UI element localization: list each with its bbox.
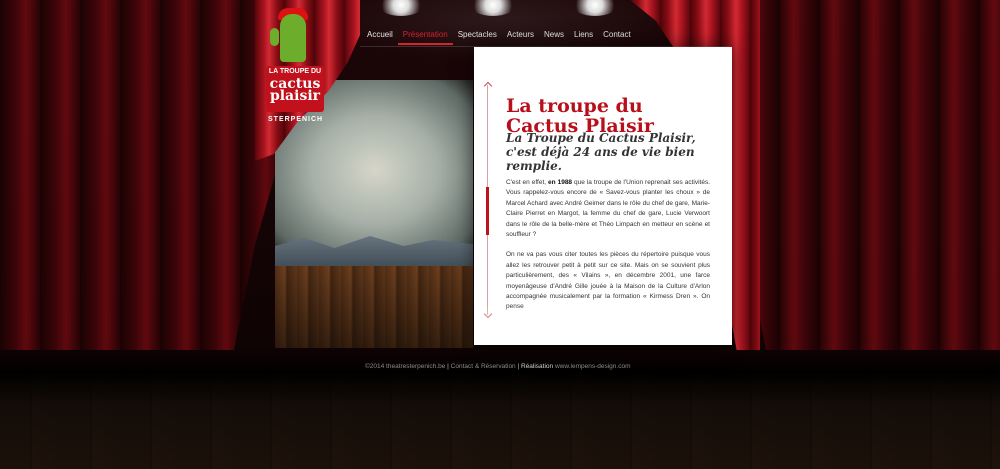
nav-liens[interactable]: Liens [569, 27, 598, 45]
page-title: La troupe du Cactus Plaisir [506, 94, 654, 137]
spotlight [378, 0, 424, 16]
nav-news[interactable]: News [539, 27, 569, 45]
logo-town: STERPENICH [268, 116, 324, 123]
footer: ©2014 theatresterpenich.be | Contact & R… [365, 363, 631, 370]
text-span: que la troupe de l'Union reprenait ses a… [506, 179, 710, 239]
footer-realisation-link[interactable]: www.lempens-design.com [555, 363, 631, 370]
paragraph: On ne va pas vous citer toutes les pièce… [506, 251, 710, 310]
site-logo[interactable]: LA TROUPE DU cactus plaisir STERPENICH [262, 8, 328, 124]
main-nav: Accueil Présentation Spectacles Acteurs … [362, 27, 636, 45]
text-fade-overlay [474, 305, 732, 345]
wooden-stage-planks [275, 266, 473, 348]
nav-accueil[interactable]: Accueil [362, 27, 398, 45]
footer-copyright[interactable]: ©2014 theatresterpenich.be [365, 363, 445, 370]
highlight-year: en 1988 [548, 179, 573, 186]
spotlight [572, 0, 618, 16]
nav-presentation[interactable]: Présentation [397, 27, 453, 45]
scroll-thumb[interactable] [486, 187, 489, 235]
nav-contact[interactable]: Contact [598, 27, 636, 45]
cactus-icon [270, 14, 306, 62]
logo-name: cactus plaisir [269, 76, 321, 104]
footer-realisation-label: Réalisation [521, 363, 554, 370]
spotlight [470, 0, 516, 16]
content-panel[interactable]: La troupe du Cactus Plaisir La Troupe du… [474, 47, 732, 345]
page-subtitle: La Troupe du Cactus Plaisir, c'est déjà … [506, 131, 696, 173]
nav-spectacles[interactable]: Spectacles [453, 27, 502, 45]
paragraph: C'est en effet, en 1988 que la troupe de… [506, 178, 710, 240]
logo-top-line: LA TROUPE DU [268, 68, 322, 75]
article-body: C'est en effet, en 1988 que la troupe de… [506, 178, 710, 323]
nav-acteurs[interactable]: Acteurs [502, 27, 539, 45]
footer-contact-link[interactable]: Contact & Réservation [451, 363, 516, 370]
text-span: C'est en effet, [506, 179, 549, 186]
stage-floor [0, 372, 1000, 469]
